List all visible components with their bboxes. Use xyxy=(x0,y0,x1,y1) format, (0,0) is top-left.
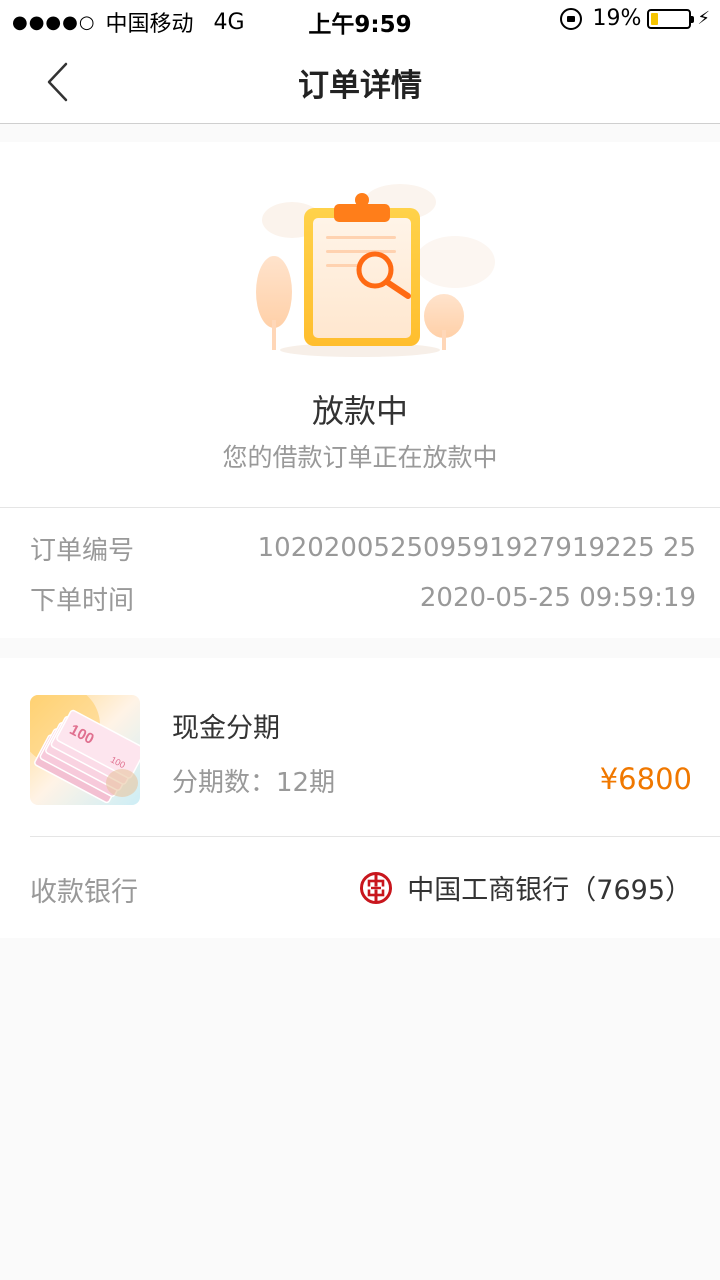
clipboard-search-icon xyxy=(256,184,495,357)
installment-count-label: 分期数： xyxy=(172,768,277,798)
cash-banknotes-icon: 100 100 xyxy=(30,695,140,805)
loan-amount: ¥6800 xyxy=(599,762,692,796)
status-title: 放款中 xyxy=(311,392,408,430)
order-number-label: 订单编号 xyxy=(30,535,135,566)
order-time-label: 下单时间 xyxy=(30,585,135,616)
installment-count-value: 12期 xyxy=(276,768,336,798)
back-button[interactable] xyxy=(30,54,86,110)
page-title: 订单详情 xyxy=(298,68,422,104)
order-time-row: 下单时间 2020-05-25 09:59:19 xyxy=(30,578,696,618)
installment-count: 分期数：12期 xyxy=(172,762,335,799)
receiving-bank-value: 中国工商银行（7695） xyxy=(359,868,692,907)
bank-name: 中国工商银行（7695） xyxy=(407,875,692,906)
order-number-value: 102020052509591927919225 25 xyxy=(257,533,696,563)
loan-status-section: 放款中 您的借款订单正在放款中 xyxy=(0,142,720,508)
orientation-lock-icon xyxy=(560,7,583,30)
battery-percentage: 19% xyxy=(592,6,642,31)
charging-bolt-icon: ⚡ xyxy=(697,8,710,29)
status-subtitle: 您的借款订单正在放款中 xyxy=(222,443,498,472)
status-bar: ●●●●○ 中国移动 4G 上午9:59 19% ⚡ xyxy=(0,0,720,40)
divider xyxy=(30,836,720,837)
battery-icon xyxy=(647,8,695,29)
order-info-section: 订单编号 102020052509591927919225 25 下单时间 20… xyxy=(0,508,720,638)
receiving-bank-label: 收款银行 xyxy=(30,877,138,908)
icbc-logo-icon xyxy=(360,871,393,904)
battery-fill xyxy=(651,12,659,25)
chevron-left-icon xyxy=(47,62,68,102)
order-time-value: 2020-05-25 09:59:19 xyxy=(419,583,696,613)
nav-bar: 订单详情 xyxy=(0,40,720,124)
product-section: 100 100 现金分期 分期数：12期 ¥6800 收款银行 中国工商银行（7… xyxy=(0,658,720,938)
status-bar-right: 19% ⚡ xyxy=(560,6,710,31)
product-name: 现金分期 xyxy=(172,713,280,744)
order-number-row: 订单编号 102020052509591927919225 25 xyxy=(30,528,696,568)
